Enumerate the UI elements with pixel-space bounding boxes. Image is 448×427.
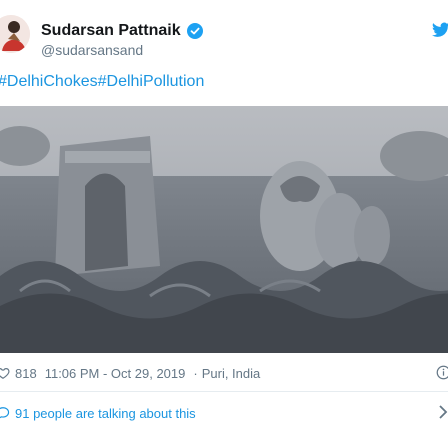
divider [0, 391, 448, 392]
tweet-timestamp[interactable]: 11:06 PM - Oct 29, 2019 [45, 366, 186, 381]
tweet-location[interactable]: Puri, India [202, 366, 261, 381]
tweet-photo[interactable] [0, 106, 448, 353]
twitter-bird-icon[interactable] [432, 22, 448, 38]
display-name[interactable]: Sudarsan Pattnaik [41, 22, 181, 40]
tweet-header: Sudarsan Pattnaik @sudarsansand [0, 0, 448, 62]
info-icon[interactable] [436, 365, 448, 380]
talking-count-label[interactable]: 91 people are talking about this [15, 406, 196, 421]
meta-separator: · [193, 365, 198, 381]
like-count[interactable]: 818 [15, 366, 37, 381]
tweet-meta: 818 11:06 PM - Oct 29, 2019 · Puri, Indi… [0, 364, 448, 382]
hashtag-delhichokes[interactable]: #DelhiChokes [0, 73, 98, 90]
heart-icon[interactable] [0, 366, 10, 380]
name-row: Sudarsan Pattnaik [41, 22, 203, 40]
conversation-link[interactable]: 91 people are talking about this [0, 404, 448, 422]
avatar[interactable] [0, 15, 30, 53]
speech-bubble-icon [0, 407, 10, 419]
chevron-right-icon[interactable] [438, 404, 448, 420]
user-handle[interactable]: @sudarsansand [41, 42, 143, 58]
verified-badge-icon [186, 23, 203, 39]
hashtag-delhipollution[interactable]: #DelhiPollution [98, 73, 205, 90]
tweet-text: #DelhiChokes#DelhiPollution [0, 73, 204, 91]
